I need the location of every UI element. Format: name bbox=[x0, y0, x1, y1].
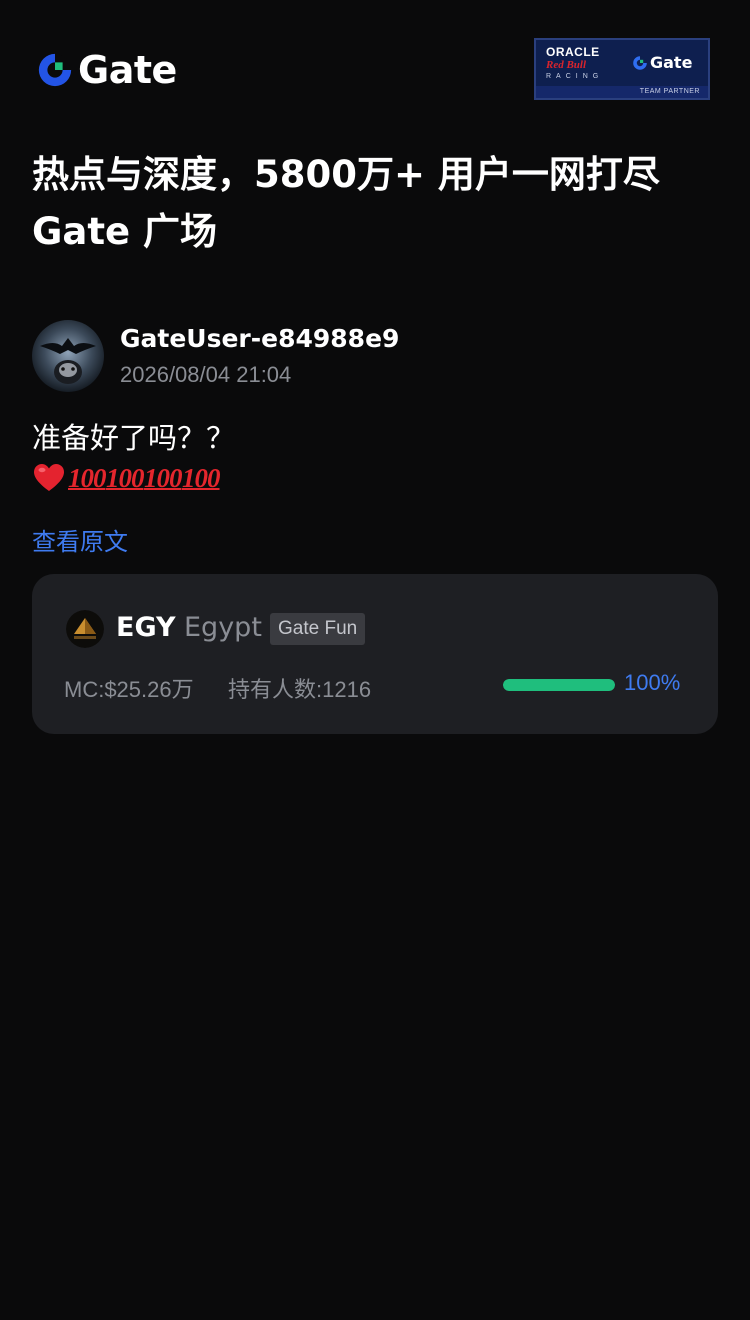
partner-racing-text: RACING bbox=[546, 73, 604, 80]
hundred-points-icon: 100 bbox=[182, 462, 221, 493]
page: Gate ORACLE Red Bull RACING Gate TEAM PA… bbox=[0, 0, 750, 1320]
post-author: GateUser-e84988e9 2026/08/04 21:04 bbox=[32, 320, 722, 392]
hundred-points-icon: 100 bbox=[68, 462, 107, 493]
team-partner-badge[interactable]: ORACLE Red Bull RACING Gate TEAM PARTNER bbox=[534, 38, 710, 100]
headline-line-2: Gate 广场 bbox=[32, 210, 217, 253]
partner-gate-text: Gate bbox=[650, 53, 693, 72]
pyramid-icon bbox=[66, 610, 104, 648]
gate-logo[interactable]: Gate bbox=[36, 50, 177, 90]
token-icon bbox=[66, 610, 104, 648]
avatar-image bbox=[32, 320, 104, 392]
partner-team-text: TEAM PARTNER bbox=[639, 88, 700, 95]
token-platform-tag: Gate Fun bbox=[270, 613, 366, 645]
gate-logo-text: Gate bbox=[78, 48, 177, 92]
token-progress-label: 100% bbox=[624, 670, 681, 695]
partner-redbull-text: Red Bull bbox=[546, 59, 587, 71]
token-symbol: EGY bbox=[116, 612, 176, 643]
token-progress-fill bbox=[503, 679, 615, 691]
avatar[interactable] bbox=[32, 320, 104, 392]
partner-strip: TEAM PARTNER bbox=[536, 86, 708, 98]
gate-logo-icon bbox=[633, 55, 647, 70]
token-market-cap: MC:$25.26万 bbox=[64, 677, 194, 702]
post-emoji-row: 100 100 100 100 bbox=[32, 458, 221, 498]
partner-gate-logo: Gate bbox=[632, 53, 692, 72]
heart-icon bbox=[34, 464, 64, 491]
post-timestamp: 2026/08/04 21:04 bbox=[120, 362, 292, 387]
gate-logo-icon bbox=[38, 53, 72, 87]
token-name: Egypt bbox=[184, 612, 262, 643]
token-progress-bar bbox=[503, 679, 615, 691]
partner-oracle-text: ORACLE bbox=[546, 45, 600, 59]
view-original-link[interactable]: 查看原文 bbox=[32, 522, 128, 557]
token-holders: 持有人数:1216 bbox=[228, 677, 372, 702]
headline-line-1: 热点与深度，5800万+ 用户一网打尽 bbox=[32, 153, 660, 196]
header: Gate ORACLE Red Bull RACING Gate TEAM PA… bbox=[36, 38, 710, 102]
hundred-points-icon: 100 bbox=[144, 462, 183, 493]
hundred-points-icon: 100 bbox=[106, 462, 145, 493]
post-username[interactable]: GateUser-e84988e9 bbox=[120, 324, 399, 353]
token-card[interactable]: EGY Egypt Gate Fun MC:$25.26万 持有人数:1216 … bbox=[32, 574, 718, 734]
page-headline: 热点与深度，5800万+ 用户一网打尽 Gate 广场 bbox=[32, 146, 722, 260]
post-text: 准备好了吗？？ bbox=[32, 421, 236, 455]
